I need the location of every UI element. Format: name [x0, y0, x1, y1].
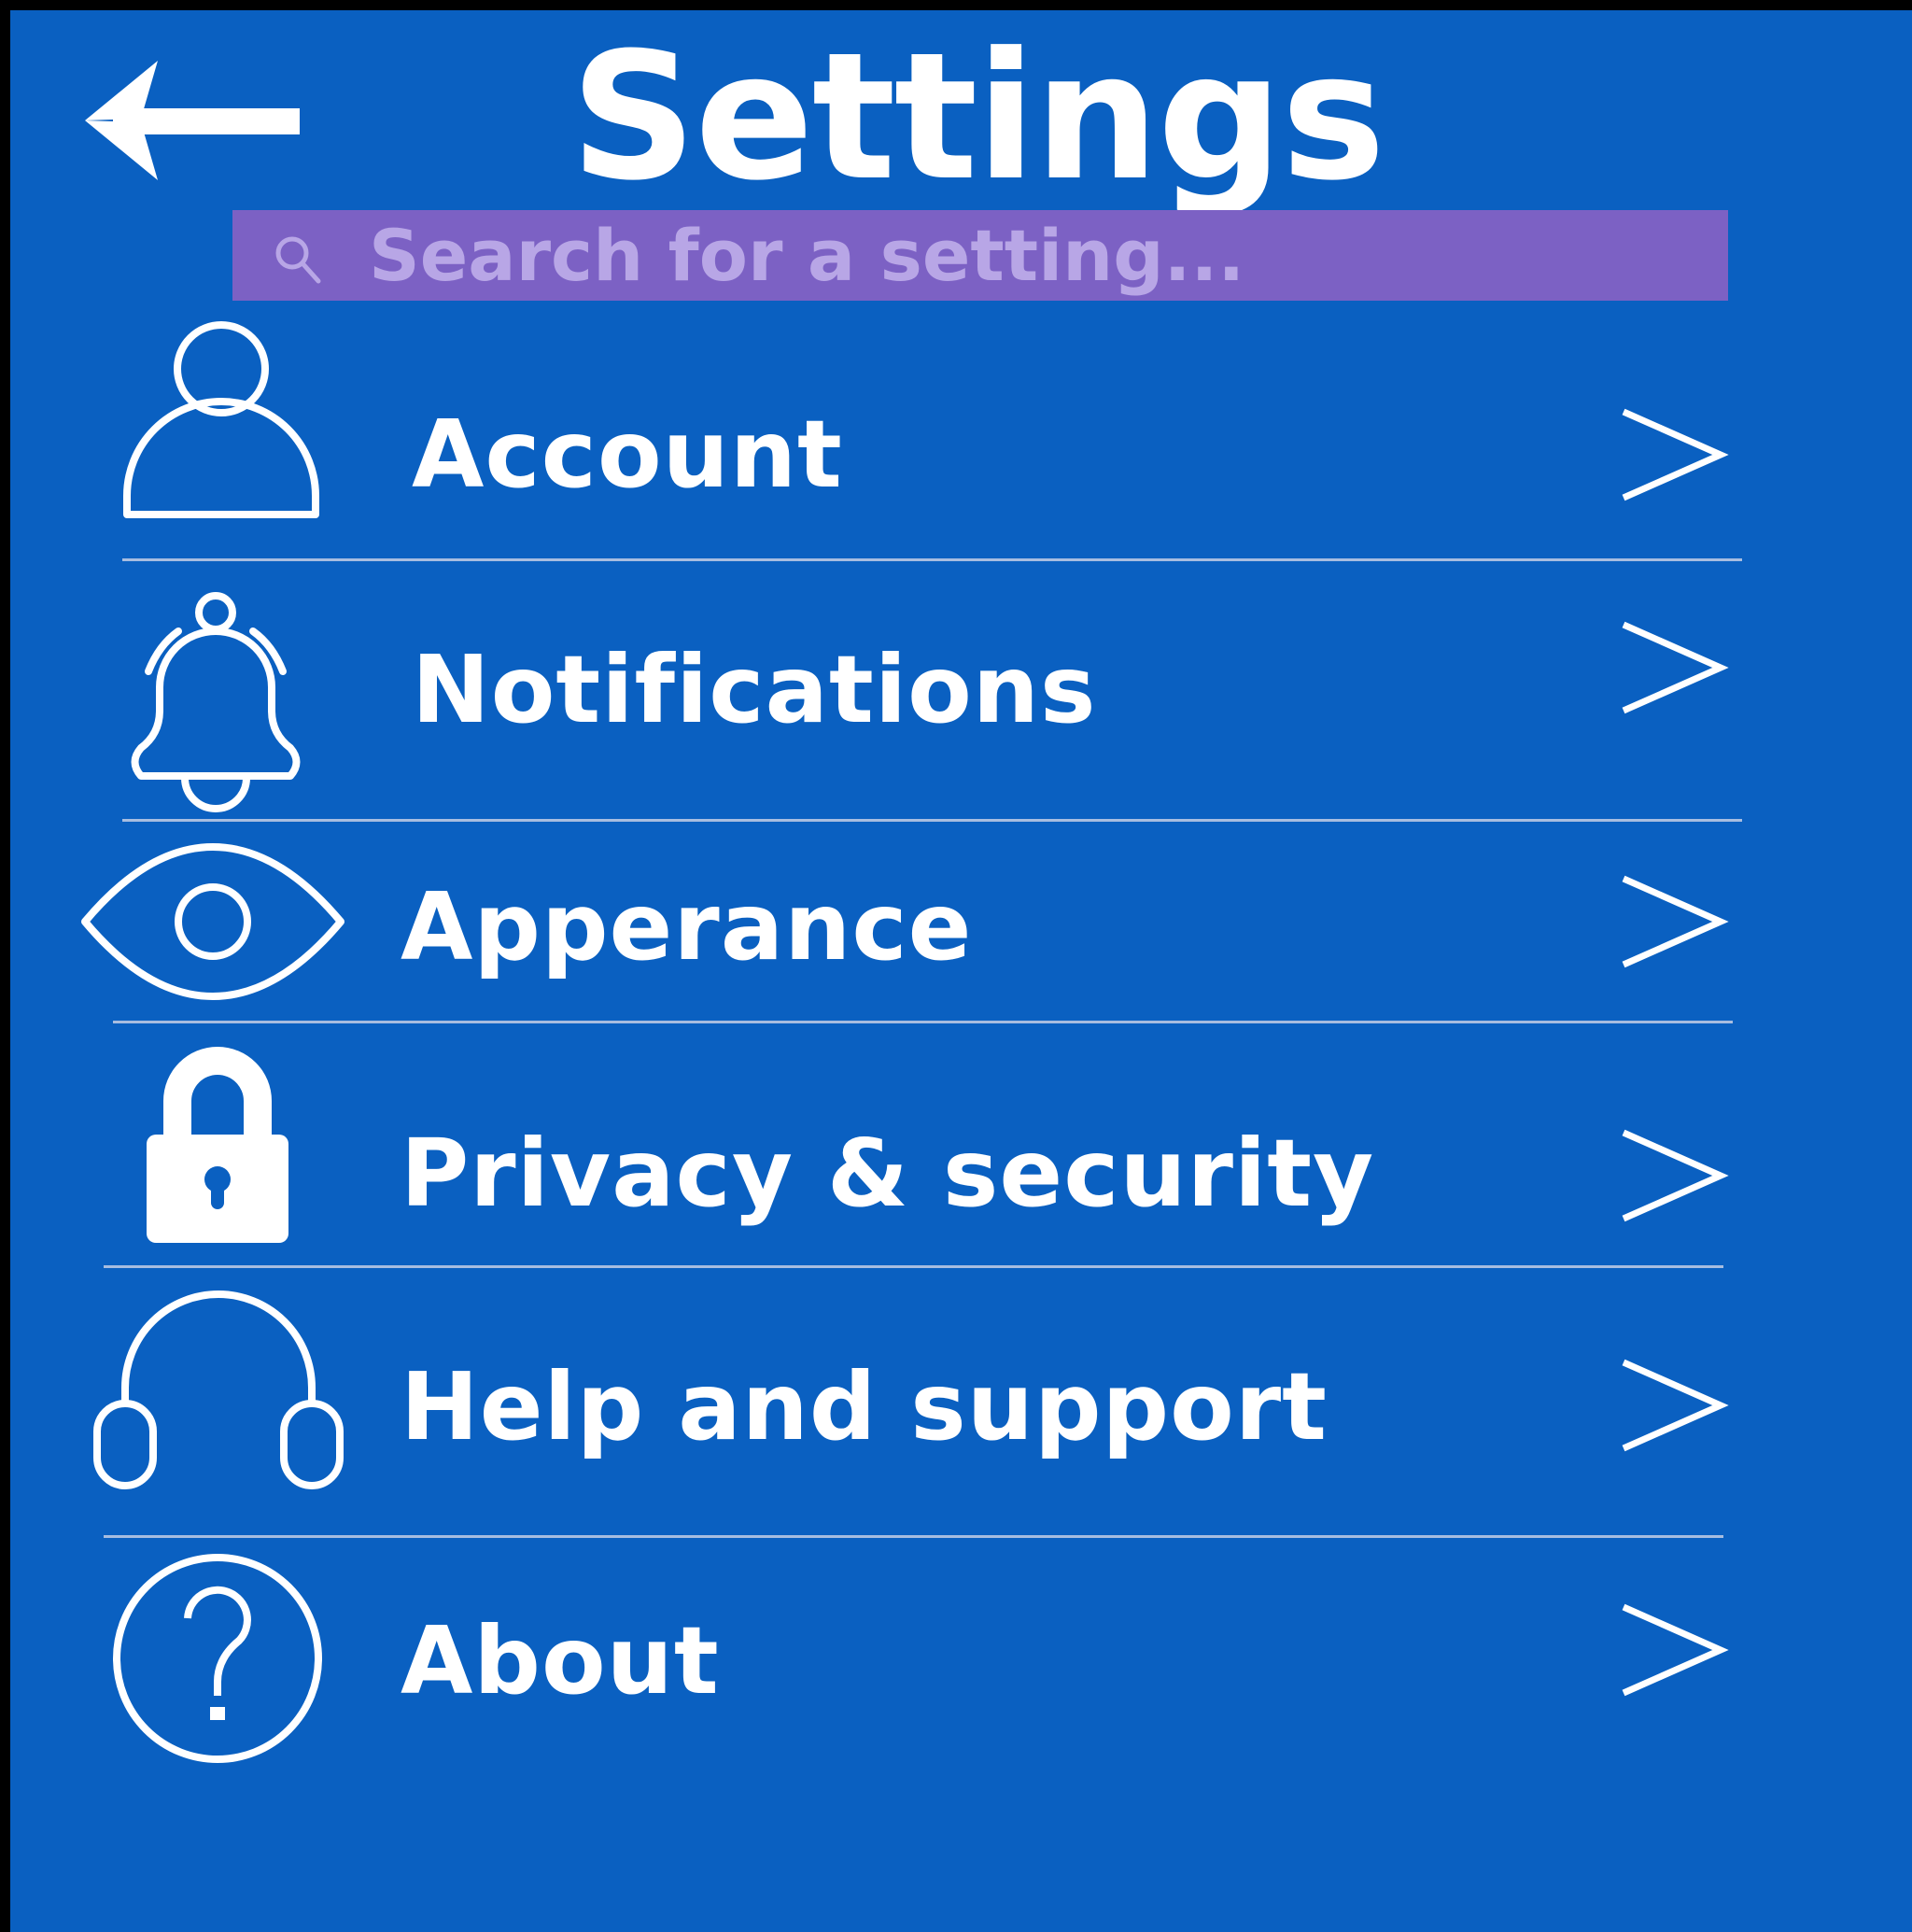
chevron-right-icon: [1622, 1129, 1729, 1222]
search-input[interactable]: [369, 210, 1676, 301]
settings-row-label: Privacy & security: [401, 1119, 1375, 1228]
lock-icon: [147, 1047, 288, 1243]
chevron-right-icon: [1622, 621, 1729, 714]
settings-row-label: Apperance: [401, 872, 973, 981]
settings-screen: Settings Account Notifications: [10, 10, 1912, 1932]
help-circle-icon: [113, 1554, 322, 1763]
settings-row-notifications[interactable]: Notifications: [10, 580, 1912, 823]
search-bar[interactable]: [232, 210, 1728, 301]
divider: [122, 819, 1742, 822]
settings-row-account[interactable]: Account: [10, 318, 1912, 552]
settings-row-privacy-security[interactable]: Privacy & security: [10, 1045, 1912, 1260]
page-title: Settings: [569, 15, 1385, 219]
settings-row-help-support[interactable]: Help and support: [10, 1290, 1912, 1514]
person-icon: [123, 321, 319, 518]
chevron-right-icon: [1622, 1359, 1729, 1452]
settings-row-about[interactable]: About: [10, 1551, 1912, 1775]
divider: [104, 1265, 1723, 1268]
eye-icon: [81, 843, 344, 1000]
settings-row-label: Help and support: [401, 1352, 1328, 1461]
settings-row-label: About: [401, 1606, 720, 1715]
divider: [104, 1535, 1723, 1538]
chevron-right-icon: [1622, 875, 1729, 968]
divider: [122, 558, 1742, 561]
bell-icon: [131, 592, 301, 812]
settings-row-label: Account: [412, 400, 843, 509]
chevron-right-icon: [1622, 1603, 1729, 1697]
divider: [113, 1021, 1733, 1023]
settings-row-appearance[interactable]: Apperance: [10, 838, 1912, 1024]
search-icon: [275, 236, 321, 284]
settings-row-label: Notifications: [412, 635, 1097, 744]
headphones-icon: [93, 1290, 344, 1489]
chevron-right-icon: [1622, 408, 1729, 501]
